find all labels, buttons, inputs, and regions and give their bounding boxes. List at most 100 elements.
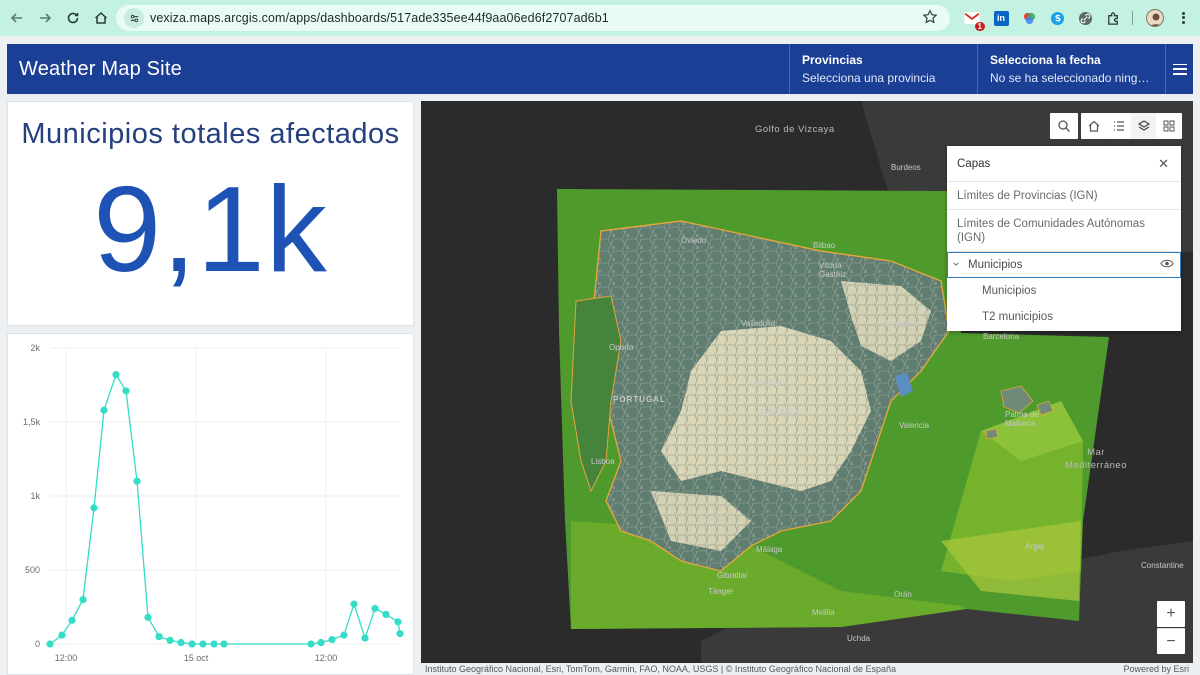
layer-item-label: Límites de Provincias (IGN) xyxy=(957,189,1098,202)
data-point xyxy=(396,630,404,638)
data-point xyxy=(307,640,315,648)
address-bar[interactable]: vexiza.maps.arcgis.com/apps/dashboards/5… xyxy=(116,5,950,31)
data-point xyxy=(394,618,402,626)
series-line xyxy=(49,373,401,645)
layer-list-panel: Capas ✕ Límites de Provincias (IGN) Lími… xyxy=(947,146,1181,331)
layer-item-provincias[interactable]: Límites de Provincias (IGN) xyxy=(947,182,1181,210)
y-tick-label: 500 xyxy=(25,565,40,575)
map-layers-button[interactable] xyxy=(1131,113,1157,139)
date-selector-label: Selecciona la fecha xyxy=(990,53,1101,67)
indicator-card: Municipios totales afectados 9,1k xyxy=(7,101,414,326)
color-picker-extension-icon[interactable] xyxy=(1020,9,1038,27)
date-selector-value[interactable]: No se ha seleccionado ningun... xyxy=(990,71,1153,85)
layer-item-label: Límites de Comunidades Autónomas (IGN) xyxy=(957,217,1145,244)
eye-icon[interactable] xyxy=(1160,259,1174,271)
label-madrid: Madrid xyxy=(754,377,782,387)
line-chart[interactable]: 0 500 1k 1,5k 2k 12:00 15 oct 12:00 xyxy=(8,334,413,674)
powered-by-esri[interactable]: Powered by Esri xyxy=(1123,663,1189,675)
label-lisboa: Lisboa xyxy=(591,457,615,466)
serial-chart-card: 0 500 1k 1,5k 2k 12:00 15 oct 12:00 xyxy=(7,333,414,675)
x-tick-label: 15 oct xyxy=(184,653,209,663)
data-point xyxy=(350,600,358,608)
label-constantine: Constantine xyxy=(1141,561,1184,570)
layers-icon xyxy=(1137,120,1151,131)
layer-list-title: Capas xyxy=(957,157,991,170)
map-basemap-button[interactable] xyxy=(1156,113,1182,139)
dashboard-title: Weather Map Site xyxy=(19,58,182,80)
province-selector-value[interactable]: Selecciona una provincia xyxy=(802,71,965,85)
s-extension-icon[interactable] xyxy=(1048,9,1066,27)
home-icon xyxy=(1088,120,1100,132)
map-search-button[interactable] xyxy=(1050,113,1078,139)
indicator-title: Municipios totales afectados xyxy=(21,118,400,150)
search-icon xyxy=(1058,120,1070,132)
y-tick-label: 1k xyxy=(30,491,40,501)
reload-icon[interactable] xyxy=(59,4,87,32)
label-barcelona: Barcelona xyxy=(983,332,1020,341)
label-valencia: Valencia xyxy=(899,421,930,430)
layer-item-municipios[interactable]: Municipios xyxy=(947,252,1181,278)
date-selector[interactable]: Selecciona la fecha No se ha seleccionad… xyxy=(977,44,1165,94)
map-attribution[interactable]: Instituto Geográfico Nacional, Esri, Tom… xyxy=(425,663,896,675)
label-sevilla: Sevilla xyxy=(703,515,727,524)
browser-menu-icon[interactable] xyxy=(1176,8,1190,28)
linkedin-glyph: in xyxy=(993,10,1009,26)
basemap-gallery-icon xyxy=(1163,120,1175,132)
map-home-button[interactable] xyxy=(1081,113,1107,139)
data-point xyxy=(144,613,152,621)
site-settings-icon[interactable] xyxy=(124,8,144,28)
label-palma: Palma de Mallorca xyxy=(1005,410,1039,428)
y-tick-label: 1,5k xyxy=(23,417,41,427)
province-selector-label: Provincias xyxy=(802,53,863,67)
plus-icon: + xyxy=(1166,605,1176,622)
zoom-out-button[interactable]: − xyxy=(1157,628,1185,654)
link-extension-icon[interactable] xyxy=(1076,9,1094,27)
indicator-value: 9,1k xyxy=(93,161,328,297)
url-text: vexiza.maps.arcgis.com/apps/dashboards/5… xyxy=(150,11,609,25)
label-zaragoza: Zaragoza xyxy=(883,319,917,328)
label-tanger: Tánger xyxy=(708,587,734,596)
label-oporto: Oporto xyxy=(609,343,634,352)
close-icon[interactable]: ✕ xyxy=(1158,156,1169,172)
map-legend-button[interactable] xyxy=(1106,113,1132,139)
map-view[interactable]: Golfo de Vizcaya Mar Mediterráneo Burdeo… xyxy=(421,101,1193,663)
back-icon[interactable] xyxy=(3,4,31,32)
label-malaga: Málaga xyxy=(756,545,783,554)
data-point xyxy=(46,640,54,648)
sublayer-item-label: Municipios xyxy=(982,285,1037,297)
label-bilbao: Bilbao xyxy=(813,241,836,250)
data-point xyxy=(371,604,379,613)
bookmark-star-icon[interactable] xyxy=(922,9,940,27)
home-icon[interactable] xyxy=(87,4,115,32)
data-point xyxy=(361,634,369,642)
data-point xyxy=(328,635,336,644)
profile-avatar[interactable] xyxy=(1146,9,1164,27)
legend-list-icon xyxy=(1114,121,1124,131)
label-gibraltar: Gibraltar xyxy=(717,571,748,580)
data-point xyxy=(317,638,325,647)
chevron-down-icon[interactable] xyxy=(952,260,968,270)
dashboard-header: Weather Map Site Provincias Selecciona u… xyxy=(7,44,1193,94)
label-vitoria: Vitoria-Gasteiz xyxy=(819,261,847,279)
layer-list-header: Capas ✕ xyxy=(947,146,1181,182)
header-menu-button[interactable] xyxy=(1165,44,1193,94)
layer-item-comunidades[interactable]: Límites de Comunidades Autónomas (IGN) xyxy=(947,210,1181,252)
province-selector[interactable]: Provincias Selecciona una provincia xyxy=(789,44,977,94)
extensions-puzzle-icon[interactable] xyxy=(1104,9,1122,27)
label-burdeos: Burdeos xyxy=(891,163,921,172)
data-point xyxy=(100,406,108,414)
sublayer-item[interactable]: T2 municipios xyxy=(947,304,1181,330)
toolbar-separator xyxy=(1132,11,1133,25)
forward-icon[interactable] xyxy=(31,4,59,32)
map-attribution-bar: Instituto Geográfico Nacional, Esri, Tom… xyxy=(421,663,1193,675)
data-point xyxy=(155,633,163,641)
linkedin-extension-icon[interactable]: in xyxy=(992,9,1010,27)
label-oviedo: Oviedo xyxy=(681,236,707,245)
sublayer-item[interactable]: Municipios xyxy=(947,278,1181,304)
data-point xyxy=(133,477,141,485)
sublayer-item-label: T2 municipios xyxy=(982,311,1053,323)
zoom-in-button[interactable]: + xyxy=(1157,601,1185,627)
ibiza-island xyxy=(985,428,999,440)
gmail-extension-icon[interactable]: 1 xyxy=(963,9,985,31)
data-point xyxy=(79,596,87,604)
